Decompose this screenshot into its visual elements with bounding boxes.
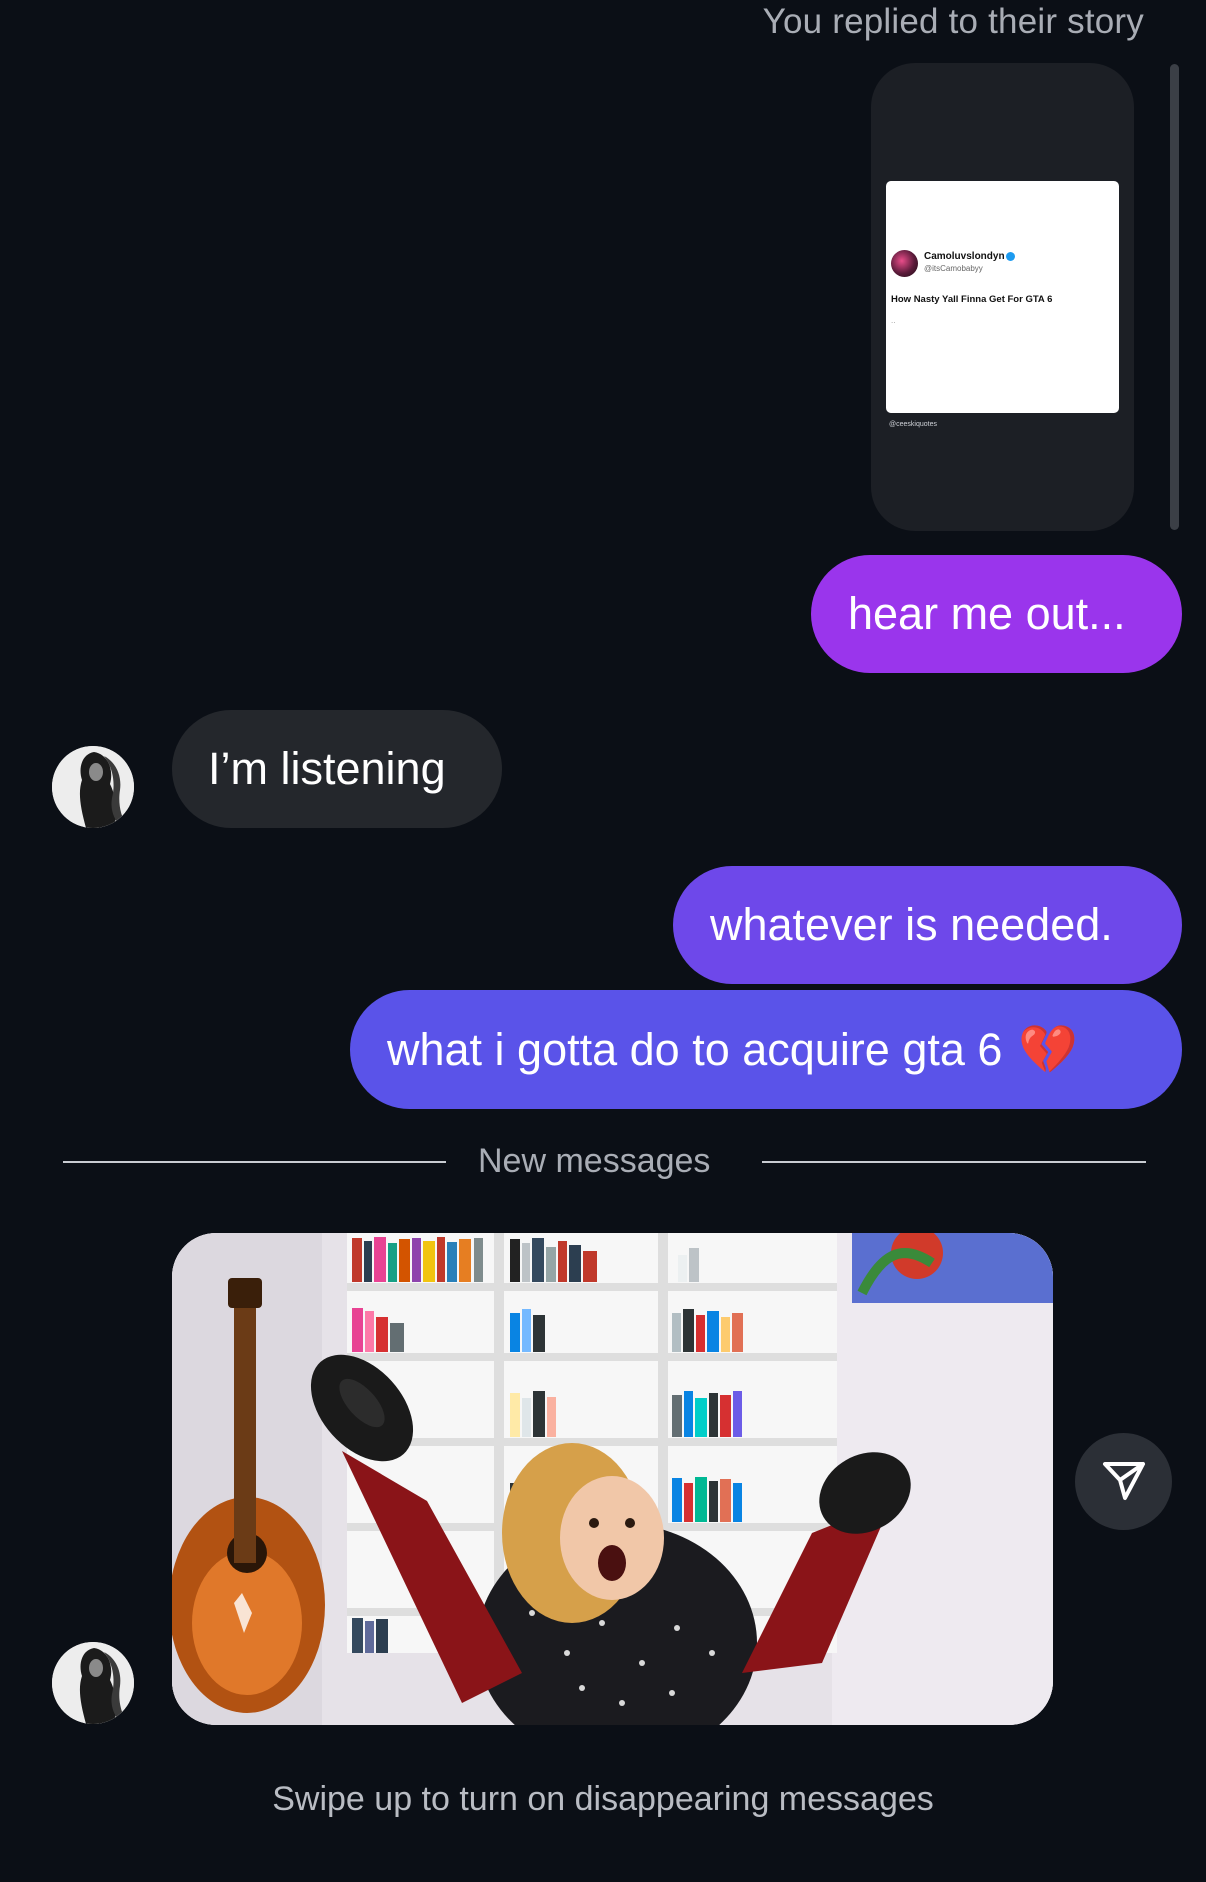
- avatar[interactable]: [52, 1642, 134, 1724]
- tweet-avatar: [891, 250, 918, 277]
- broken-heart-emoji: 💔: [1018, 1024, 1079, 1077]
- gif-image: [172, 1233, 1053, 1725]
- avatar[interactable]: [52, 746, 134, 828]
- message-bubble-sent[interactable]: whatever is needed.: [673, 866, 1182, 984]
- message-text: whatever is needed.: [710, 899, 1113, 950]
- message-text: hear me out...: [848, 588, 1126, 639]
- divider-line: [63, 1161, 446, 1163]
- tweet-text: How Nasty Yall Finna Get For GTA 6: [891, 294, 1053, 305]
- disappearing-messages-hint[interactable]: Swipe up to turn on disappearing message…: [0, 1780, 1206, 1819]
- contact-photo: [52, 746, 134, 828]
- gif-message[interactable]: [172, 1233, 1053, 1725]
- verified-badge-icon: [1006, 252, 1015, 261]
- tweet-dots: ..: [891, 316, 896, 325]
- story-watermark: @ceeskiquotes: [889, 421, 937, 428]
- message-bubble-sent[interactable]: hear me out...: [811, 555, 1182, 673]
- message-text: what i gotta do to acquire gta 6: [387, 1023, 1003, 1075]
- tweet-author-handle: @itsCamobabyy: [924, 264, 983, 273]
- send-icon: [1101, 1456, 1147, 1507]
- message-bubble-sent[interactable]: what i gotta do to acquire gta 6 💔: [350, 990, 1182, 1109]
- divider-line: [762, 1161, 1146, 1163]
- contact-photo: [52, 1642, 134, 1724]
- scrollbar[interactable]: [1170, 64, 1179, 530]
- message-bubble-received[interactable]: I’m listening: [172, 710, 502, 828]
- tweet-author-name: Camoluvslondyn: [924, 251, 1005, 262]
- message-text: I’m listening: [208, 743, 446, 794]
- share-button[interactable]: [1075, 1433, 1172, 1530]
- new-messages-label: New messages: [478, 1142, 711, 1180]
- story-reply-caption: You replied to their story: [762, 2, 1144, 41]
